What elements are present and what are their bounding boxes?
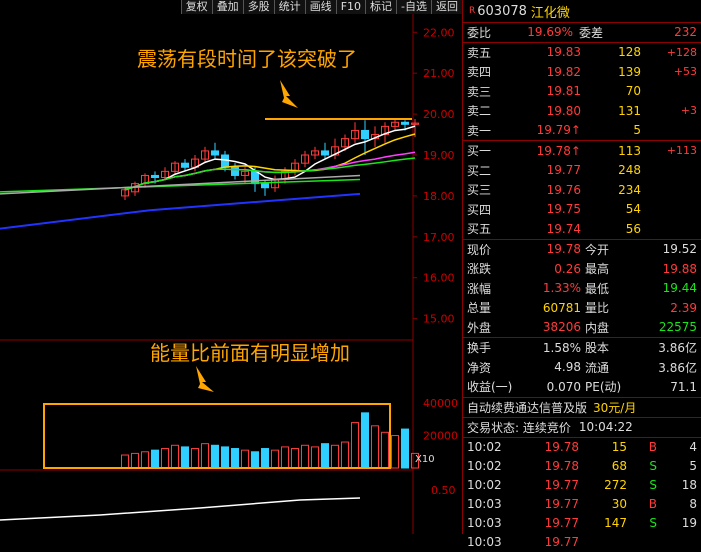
annotation-top: 震荡有段时间了该突破了: [137, 47, 357, 71]
tick-row: 10:02 19.78 15 B 4: [467, 440, 697, 454]
candle-body: [151, 174, 159, 178]
volume-bar: [191, 448, 199, 469]
quote-row: 涨跌 0.26 最高 19.88: [467, 261, 697, 277]
volume-bar: [361, 412, 369, 469]
ma-line: [124, 133, 416, 191]
bids-level[interactable]: 买三 19.76 234: [463, 180, 701, 200]
volume-bar: [241, 449, 249, 469]
tick-row: 10:03 19.77: [467, 535, 579, 549]
asks-level[interactable]: 卖一 19.79↑ 5: [463, 121, 701, 141]
stock-code: 603078: [477, 3, 527, 19]
volume-bar: [341, 441, 349, 469]
volume-bar: [291, 448, 299, 469]
volume-bar: [131, 452, 139, 469]
volume-bar: [201, 443, 209, 469]
volume-bar: [321, 443, 329, 469]
stats-row: 净资 4.98 流通 3.86亿: [467, 360, 697, 375]
volume-bar: [391, 435, 399, 469]
price-tick-label: 19.00: [423, 149, 455, 162]
candle-body: [251, 170, 259, 185]
volume-bar: [301, 444, 309, 469]
candle-body: [221, 154, 229, 168]
candle-body: [261, 183, 269, 189]
quote-stats: 现价 19.78 今开 19.52 涨跌 0.26 最高 19.88 涨幅 1.33…: [463, 238, 701, 338]
volume-bar: [281, 446, 289, 469]
price-tick-label: 16.00: [423, 272, 455, 285]
tick-row: 10:02 19.77 272 S 18: [467, 478, 697, 492]
price-tick-label: 15.00: [423, 313, 455, 326]
volume-bar: [161, 448, 169, 469]
bids-level[interactable]: 买四 19.75 54: [463, 200, 701, 220]
asks-level[interactable]: 卖三 19.81 70: [463, 82, 701, 102]
kline-svg[interactable]: 22.00 21.00 20.00 19.00 18.00 17.00 16.00 15.00…: [0, 0, 462, 534]
stats-row: 换手 1.58% 股本 3.86亿: [467, 340, 697, 356]
tick-row: 10:02 19.78 68 S 5: [467, 459, 697, 473]
stock-name: 江化微: [530, 5, 570, 21]
ma-line: [0, 174, 361, 195]
volume-bar: [231, 448, 239, 469]
volume-bar: [211, 444, 219, 469]
price-tick-label: 17.00: [423, 231, 455, 244]
promo-banner[interactable]: 自动续费通达信普及版 30元/月: [463, 396, 701, 417]
indicator-tick-label: 0.50: [431, 484, 456, 497]
quote-panel: R 603078 江化微 委比 19.69% 委差 232 卖五 19.83 1…: [462, 0, 701, 549]
stats-row: 收益(一) 0.070 PE(动) 71.1: [467, 379, 697, 395]
candle-body: [321, 150, 329, 156]
tick-list: 10:02 19.78 15 B 4 10:02 19.78 68 S 5 10:0…: [463, 436, 701, 552]
volume-bar: [251, 451, 259, 469]
volume-tick-label: 40000: [423, 397, 458, 410]
quote-row: 现价 19.78 今开 19.52: [467, 242, 697, 257]
tick-row: 10:03 19.77 147 S 19: [467, 516, 697, 530]
volume-bar: [171, 444, 179, 469]
volume-bar: [221, 446, 229, 469]
price-tick-label: 18.00: [423, 190, 455, 203]
candle-body: [361, 129, 369, 140]
volume-bar: [271, 449, 279, 469]
bids-level[interactable]: 买二 19.77 248: [463, 161, 701, 181]
volume-bar: [121, 454, 129, 469]
indicator-line: [0, 497, 361, 521]
kline-chart-area[interactable]: 复权 叠加 多股 统计 画线 F10 标记 -自选 返回 22.00 21.00 20.00 19.0…: [0, 0, 462, 534]
ma-long-line: [0, 192, 361, 230]
volume-bar: [141, 451, 149, 469]
candle-body: [181, 162, 189, 168]
asks-level[interactable]: 卖二 19.80 131 +3: [463, 101, 701, 121]
volume-bar: [371, 425, 379, 469]
volume-bar: [151, 449, 159, 469]
annotation-mid: 能量比前面有明显增加: [150, 341, 350, 365]
price-tick-label: 22.00: [423, 26, 455, 39]
price-tick-label: 20.00: [423, 108, 455, 121]
arrow-mid-icon: [196, 366, 214, 392]
volume-tick-label: 20000: [423, 430, 458, 443]
stock-header: R 603078 江化微: [463, 0, 701, 22]
volume-bar: [261, 448, 269, 469]
asks-level[interactable]: 卖四 19.82 139 +53: [463, 62, 701, 82]
volume-bar: [401, 428, 409, 469]
quote-row: 外盘 38206 内盘 22575: [467, 320, 697, 335]
asks-level[interactable]: 卖五 19.83 128 +128: [463, 43, 701, 63]
quote-row: 涨幅 1.33% 最低 19.44: [467, 281, 697, 296]
ma-line: [0, 178, 361, 193]
tick-row: 10:03 19.77 30 B 8: [467, 497, 697, 511]
arrow-top-icon: [280, 80, 298, 108]
price-tick-label: 21.00: [423, 67, 455, 80]
volume-bar: [181, 446, 189, 469]
ask-book: 卖五 19.83 128 +128 卖四 19.82 139 +53 卖三 19.8…: [463, 41, 701, 141]
volume-bar: [331, 444, 339, 469]
volume-bar: [311, 446, 319, 469]
stock-badge: R: [469, 6, 476, 16]
quote-row: 总量 60781 量比 2.39: [467, 300, 697, 316]
bid-book: 买一 19.78↑ 113 +113 买二 19.77 248 买三 19.76 …: [463, 140, 701, 239]
trade-status: 交易状态: 连续竞价 10:04:22: [463, 416, 701, 437]
bids-level[interactable]: 买五 19.74 56: [463, 219, 701, 239]
bids-level[interactable]: 买一 19.78↑ 113 +113: [463, 141, 701, 161]
candle-body: [401, 121, 409, 125]
volume-bar: [351, 422, 359, 469]
candle-body: [211, 150, 219, 156]
weibi-row: 委比 19.69% 委差 232: [463, 22, 701, 42]
candle-body: [231, 166, 239, 176]
volume-bar: [381, 431, 389, 469]
fundamental-stats: 换手 1.58% 股本 3.86亿 净资 4.98 流通 3.86亿 收益(一) 0…: [463, 337, 701, 397]
x10-marker: X10: [415, 454, 435, 465]
